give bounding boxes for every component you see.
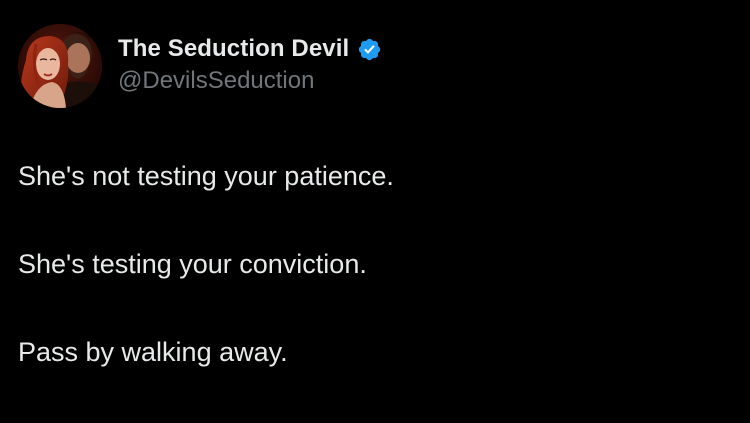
tweet-line: Pass by walking away. xyxy=(18,337,288,367)
tweet-text: She's not testing your patience. She's t… xyxy=(18,154,732,374)
avatar[interactable] xyxy=(18,24,102,108)
display-name[interactable]: The Seduction Devil xyxy=(118,35,349,63)
author-names: The Seduction Devil @DevilsSeduction xyxy=(118,31,382,95)
handle[interactable]: @DevilsSeduction xyxy=(118,67,382,95)
name-row: The Seduction Devil xyxy=(118,31,382,67)
tweet: The Seduction Devil @DevilsSeduction She… xyxy=(0,0,750,423)
tweet-header: The Seduction Devil @DevilsSeduction xyxy=(18,24,382,108)
tweet-line: She's testing your conviction. xyxy=(18,249,367,279)
verified-badge-icon xyxy=(357,37,382,62)
tweet-line: She's not testing your patience. xyxy=(18,161,394,191)
